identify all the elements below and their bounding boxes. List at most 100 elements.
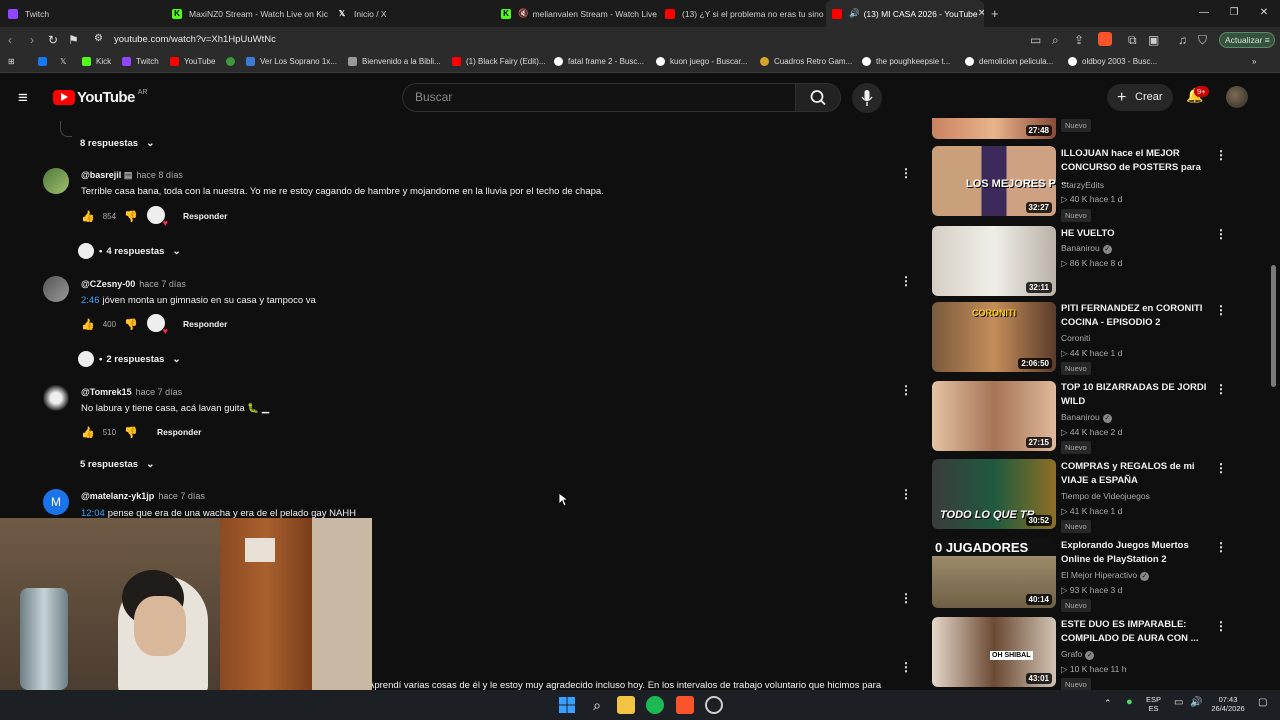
minimize-button[interactable]: — bbox=[1188, 0, 1220, 27]
video-more-icon[interactable]: ⋮ bbox=[1215, 540, 1227, 554]
zoom-icon[interactable]: ⌕ bbox=[1052, 33, 1059, 48]
video-more-icon[interactable]: ⋮ bbox=[1215, 227, 1227, 241]
close-window-button[interactable]: ✕ bbox=[1248, 0, 1280, 27]
comment-more-icon[interactable]: ⋮ bbox=[900, 591, 912, 605]
bookmark-icon[interactable]: ⚑ bbox=[68, 33, 79, 47]
microphone-icon[interactable]: ● bbox=[1126, 697, 1133, 708]
tab-mi-casa-active[interactable]: 🔊 (13) MI CASA 2026 - YouTube ✕ bbox=[826, 0, 984, 27]
video-thumbnail[interactable]: TODO LO QUE TR 30:52 bbox=[932, 459, 1056, 529]
comment-author[interactable]: @matelanz-yk1jp hace 7 días bbox=[81, 491, 205, 501]
tab-youtube-problema[interactable]: (13) ¿Y si el problema no eras tu sino bbox=[665, 0, 825, 27]
comment-more-icon[interactable]: ⋮ bbox=[900, 166, 912, 180]
youtube-logo[interactable]: YouTube AR bbox=[53, 89, 147, 106]
replies-toggle[interactable]: • 4 respuestas ⌄ bbox=[78, 243, 181, 259]
timestamp-link[interactable]: 2:46 bbox=[81, 295, 100, 306]
search-icon[interactable]: ⌕ bbox=[588, 696, 606, 714]
dislike-button[interactable]: 👎 bbox=[124, 210, 138, 223]
video-title[interactable]: Explorando Juegos Muertos Online de Play… bbox=[1061, 539, 1211, 567]
comment-author[interactable]: @Tomrek15 hace 7 días bbox=[81, 387, 182, 397]
voice-search-button[interactable] bbox=[852, 83, 882, 113]
replies-toggle[interactable]: • 2 respuestas ⌄ bbox=[78, 351, 181, 367]
bookmark-oldboy[interactable]: oldboy 2003 - Busc... bbox=[1068, 57, 1157, 66]
apps-icon[interactable]: ⊞ bbox=[8, 57, 15, 66]
reload-icon[interactable]: ↻ bbox=[48, 33, 58, 47]
search-button[interactable] bbox=[795, 83, 841, 112]
bookmark-fatal-frame[interactable]: fatal frame 2 - Busc... bbox=[554, 57, 644, 66]
comment-more-icon[interactable]: ⋮ bbox=[900, 383, 912, 397]
comment-more-icon[interactable]: ⋮ bbox=[900, 660, 912, 674]
show-hidden-icons[interactable]: ⌃ bbox=[1104, 699, 1112, 708]
video-thumbnail[interactable]: 32:11 bbox=[932, 226, 1056, 296]
bookmark-biblioteca[interactable]: Bienvenido a la Bibli... bbox=[348, 57, 441, 66]
windows-start-icon[interactable] bbox=[558, 696, 576, 714]
extensions-icon[interactable]: ⧉ bbox=[1128, 33, 1137, 48]
tab-maxinz0[interactable]: K MaxiNZ0 Stream - Watch Live on Kic bbox=[172, 0, 332, 27]
bookmark-poughkeepsie[interactable]: the poughkeepsie t... bbox=[862, 57, 950, 66]
language-indicator[interactable]: ESP ES bbox=[1146, 695, 1161, 713]
brave-browser-icon[interactable] bbox=[676, 696, 694, 714]
bookmark-x[interactable]: 𝕏 bbox=[60, 57, 66, 66]
bookmark-cuadros[interactable]: Cuadros Retro Gam... bbox=[760, 57, 852, 66]
brave-shield-icon[interactable] bbox=[1098, 32, 1112, 46]
clock[interactable]: 07:43 26/4/2026 bbox=[1208, 695, 1248, 713]
bookmark-youtube[interactable]: YouTube bbox=[170, 57, 215, 66]
comment-avatar[interactable] bbox=[43, 385, 69, 411]
comment-avatar[interactable]: M bbox=[43, 489, 69, 515]
tab-x-inicio[interactable]: 𝕏 Inicio / X bbox=[337, 0, 497, 27]
video-channel[interactable]: Coroniti bbox=[1061, 333, 1090, 343]
file-explorer-icon[interactable] bbox=[617, 696, 635, 714]
comment-author[interactable]: @basrejil ▤ hace 8 días bbox=[81, 170, 183, 181]
video-more-icon[interactable]: ⋮ bbox=[1215, 303, 1227, 317]
video-channel[interactable]: Bananirou ✓ bbox=[1061, 412, 1112, 423]
comment-avatar[interactable] bbox=[43, 168, 69, 194]
video-channel[interactable]: Grafo ✓ bbox=[1061, 649, 1095, 660]
video-more-icon[interactable]: ⋮ bbox=[1215, 619, 1227, 633]
comment-more-icon[interactable]: ⋮ bbox=[900, 274, 912, 288]
notification-center-icon[interactable]: ▢ bbox=[1258, 698, 1267, 708]
sidebar-icon[interactable]: ▣ bbox=[1148, 33, 1159, 47]
video-thumbnail[interactable]: 0 JUGADORES 40:14 bbox=[932, 538, 1056, 608]
video-more-icon[interactable]: ⋮ bbox=[1215, 382, 1227, 396]
video-channel[interactable]: El Mejor Hiperactivo ✓ bbox=[1061, 570, 1150, 581]
url-field[interactable]: youtube.com/watch?v=Xh1HpUuWtNc bbox=[114, 34, 276, 45]
hamburger-menu-icon[interactable]: ≡ bbox=[18, 88, 28, 108]
video-thumbnail[interactable]: 27:48 bbox=[932, 118, 1056, 139]
video-title[interactable]: COMPRAS y REGALOS de mi VIAJE a ESPAÑA bbox=[1061, 460, 1211, 488]
search-input[interactable]: Buscar bbox=[402, 83, 795, 112]
reply-button[interactable]: Responder bbox=[183, 211, 227, 221]
replies-toggle[interactable]: 8 respuestas ⌄ bbox=[80, 138, 154, 149]
spotify-icon[interactable] bbox=[646, 696, 664, 714]
video-title[interactable]: PITI FERNANDEZ en CORONITI COCINA - EPIS… bbox=[1061, 302, 1211, 330]
video-channel[interactable]: StarzyEdits bbox=[1061, 180, 1104, 190]
restore-button[interactable]: ❐ bbox=[1218, 0, 1250, 27]
dislike-button[interactable]: 👎 bbox=[124, 426, 138, 439]
video-title[interactable]: ESTE DUO ES IMPARABLE: COMPILADO DE AURA… bbox=[1061, 618, 1211, 646]
tab-melianvalen[interactable]: K 🔇 melianvalen Stream - Watch Live bbox=[501, 0, 661, 27]
bookmark-soprano[interactable]: Ver Los Soprano 1x... bbox=[246, 57, 337, 66]
like-button[interactable]: 👍 854 bbox=[81, 210, 116, 223]
reply-button[interactable]: Responder bbox=[183, 319, 227, 329]
like-button[interactable]: 👍 400 bbox=[81, 318, 116, 331]
tab-twitch[interactable]: Twitch bbox=[8, 0, 168, 27]
cast-icon[interactable]: ▭ bbox=[1030, 33, 1041, 47]
bookmark-facebook[interactable] bbox=[38, 57, 52, 66]
like-button[interactable]: 👍 510 bbox=[81, 426, 116, 439]
video-thumbnail[interactable]: OH SHIBAL 43:01 bbox=[932, 617, 1056, 687]
dislike-button[interactable]: 👎 bbox=[124, 318, 138, 331]
replies-toggle[interactable]: 5 respuestas ⌄ bbox=[80, 459, 154, 470]
video-thumbnail[interactable]: LOS MEJORES POST32:27 bbox=[932, 146, 1056, 216]
bookmark-demolicion[interactable]: demolicion pelicula... bbox=[965, 57, 1053, 66]
user-avatar[interactable] bbox=[1226, 86, 1248, 108]
comment-more-icon[interactable]: ⋮ bbox=[900, 487, 912, 501]
site-info-icon[interactable]: ⚙ bbox=[94, 33, 103, 44]
comment-avatar[interactable] bbox=[43, 276, 69, 302]
create-button[interactable]: + Crear bbox=[1107, 84, 1173, 111]
bookmark-extension[interactable] bbox=[226, 57, 240, 66]
bookmark-black-fairy[interactable]: (1) Black Fairy (Edit)... bbox=[452, 57, 546, 66]
share-icon[interactable]: ⇪ bbox=[1074, 33, 1084, 47]
video-more-icon[interactable]: ⋮ bbox=[1215, 461, 1227, 475]
network-icon[interactable]: ▭ bbox=[1174, 698, 1183, 708]
forward-icon[interactable]: › bbox=[30, 33, 34, 47]
reply-button[interactable]: Responder bbox=[157, 427, 201, 437]
back-icon[interactable]: ‹ bbox=[8, 33, 12, 47]
